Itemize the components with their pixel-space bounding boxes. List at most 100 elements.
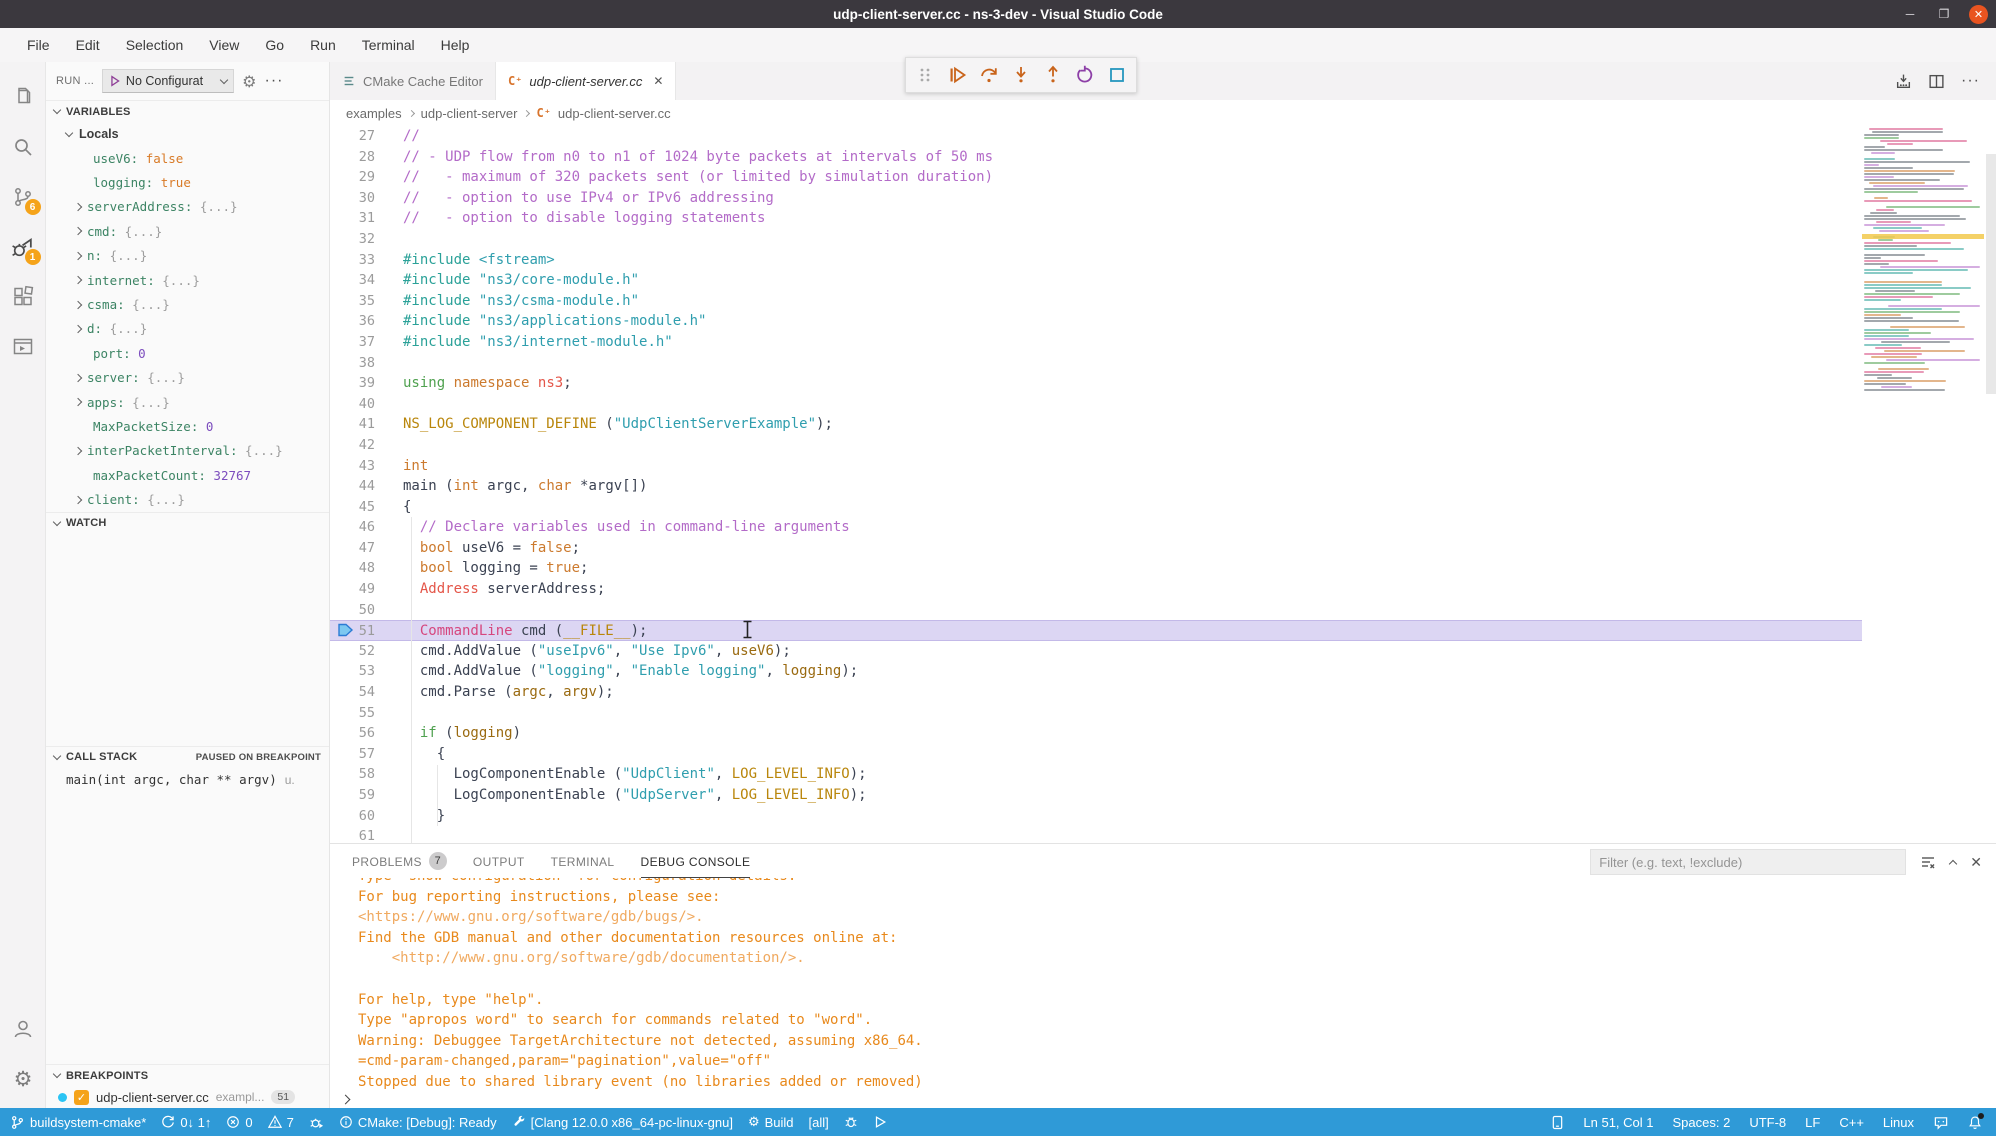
variable-row[interactable]: maxPacketCount: 32767 [46, 463, 329, 487]
close-button[interactable]: ✕ [1969, 5, 1988, 24]
editor-tab-udp-client-server-cc[interactable]: C⁺udp-client-server.cc✕ [496, 62, 676, 100]
line-number[interactable]: 56 [330, 723, 375, 744]
line-number[interactable]: 60 [330, 806, 375, 827]
variable-row[interactable]: d: {...} [46, 317, 329, 341]
variable-row[interactable]: interPacketInterval: {...} [46, 439, 329, 463]
breadcrumb-item-examples[interactable]: examples [346, 106, 402, 121]
split-editor-icon[interactable] [1928, 73, 1945, 90]
line-number[interactable]: 54 [330, 682, 375, 703]
activity-extensions-icon[interactable] [0, 272, 46, 322]
line-number[interactable]: 47 [330, 538, 375, 559]
maximize-panel-icon[interactable] [1949, 860, 1957, 868]
line-number[interactable]: 58 [330, 764, 375, 785]
variable-row[interactable]: useV6: false [46, 146, 329, 170]
breakpoint-row[interactable]: ✓ udp-client-server.cc exampl... 51 [46, 1086, 329, 1108]
status-tools-icon[interactable]: [Clang 12.0.0 x86_64-pc-linux-gnu] [512, 1115, 733, 1130]
line-number[interactable]: 61 [330, 826, 375, 843]
panel-tab-problems[interactable]: PROBLEMS7 [352, 844, 447, 878]
watch-section-header[interactable]: WATCH [46, 512, 329, 534]
debug-console-input[interactable] [330, 1090, 1996, 1108]
variables-scope-locals[interactable]: Locals [46, 122, 329, 146]
line-number[interactable]: 40 [330, 394, 375, 415]
status-git-branch-icon[interactable]: buildsystem-cmake* [10, 1115, 146, 1130]
activity-files-icon[interactable] [0, 72, 46, 122]
variable-row[interactable]: logging: true [46, 170, 329, 194]
line-number[interactable]: 33 [330, 250, 375, 271]
toolbar-drag-grip[interactable] [912, 62, 938, 88]
line-number[interactable]: 42 [330, 435, 375, 456]
status-lf[interactable]: LF [1805, 1115, 1820, 1130]
activity-account-icon[interactable] [0, 1004, 46, 1054]
activity-source-control-icon[interactable]: 6 [0, 172, 46, 222]
clear-console-icon[interactable] [1920, 854, 1936, 870]
line-number[interactable]: 32 [330, 229, 375, 250]
line-number[interactable]: 46 [330, 517, 375, 538]
step-out-button[interactable] [1040, 62, 1066, 88]
variable-row[interactable]: client: {...} [46, 487, 329, 511]
status-error-icon[interactable]: 0 [226, 1115, 252, 1130]
line-number[interactable]: 53 [330, 661, 375, 682]
variable-row[interactable]: apps: {...} [46, 390, 329, 414]
status-bell-icon[interactable] [1968, 1115, 1982, 1130]
step-into-button[interactable] [1008, 62, 1034, 88]
status-utf-8[interactable]: UTF-8 [1749, 1115, 1786, 1130]
line-number[interactable]: 55 [330, 703, 375, 724]
line-number[interactable]: 45 [330, 497, 375, 518]
status-spaces-2[interactable]: Spaces: 2 [1673, 1115, 1731, 1130]
debug-configuration-dropdown[interactable]: No Configurat [102, 69, 234, 93]
activity-run-debug-icon[interactable]: 1 [0, 222, 46, 272]
close-panel-icon[interactable]: ✕ [1970, 854, 1982, 871]
line-number[interactable]: 28 [330, 147, 375, 168]
status-warning-icon[interactable]: 7 [268, 1115, 294, 1130]
line-number[interactable]: 37 [330, 332, 375, 353]
line-number[interactable]: 35 [330, 291, 375, 312]
menu-file[interactable]: File [16, 33, 61, 57]
menu-help[interactable]: Help [430, 33, 481, 57]
line-number[interactable]: 29 [330, 167, 375, 188]
menu-view[interactable]: View [198, 33, 250, 57]
status--all-[interactable]: [all] [809, 1115, 829, 1130]
line-number[interactable]: 48 [330, 558, 375, 579]
status-debug-alt-icon[interactable] [309, 1115, 324, 1130]
step-over-button[interactable] [976, 62, 1002, 88]
line-number[interactable]: 50 [330, 600, 375, 621]
minimap[interactable] [1862, 126, 1984, 426]
menu-terminal[interactable]: Terminal [351, 33, 426, 57]
variable-row[interactable]: csma: {...} [46, 292, 329, 316]
menu-edit[interactable]: Edit [65, 33, 111, 57]
line-number[interactable]: 57 [330, 744, 375, 765]
status-linux[interactable]: Linux [1883, 1115, 1914, 1130]
line-number[interactable]: 36 [330, 311, 375, 332]
breadcrumb-item-file[interactable]: udp-client-server.cc [558, 106, 671, 121]
editor-tab-cmake-cache-editor[interactable]: CMake Cache Editor [330, 62, 496, 100]
variables-section-header[interactable]: VARIABLES [46, 100, 329, 122]
status-device-icon[interactable] [1551, 1115, 1564, 1130]
variable-row[interactable]: server: {...} [46, 366, 329, 390]
status-play-icon[interactable] [873, 1115, 887, 1129]
line-number[interactable]: 27 [330, 126, 375, 147]
status-gear-icon[interactable]: ⚙Build [748, 1115, 794, 1130]
variable-row[interactable]: serverAddress: {...} [46, 195, 329, 219]
line-number[interactable]: 39 [330, 373, 375, 394]
views-more-actions-icon[interactable]: ··· [265, 72, 284, 90]
line-number[interactable]: 43 [330, 456, 375, 477]
menu-go[interactable]: Go [254, 33, 295, 57]
status-ln-51-col-1[interactable]: Ln 51, Col 1 [1583, 1115, 1653, 1130]
editor-scrollbar[interactable] [1986, 154, 1996, 394]
close-tab-icon[interactable]: ✕ [653, 74, 663, 88]
activity-search-icon[interactable] [0, 122, 46, 172]
line-number[interactable]: 44 [330, 476, 375, 497]
debug-settings-gear-icon[interactable]: ⚙ [242, 72, 256, 91]
line-number[interactable]: 31 [330, 208, 375, 229]
restart-button[interactable] [1072, 62, 1098, 88]
variable-row[interactable]: port: 0 [46, 341, 329, 365]
breakpoint-checkbox[interactable]: ✓ [74, 1090, 89, 1105]
status-feedback-icon[interactable] [1933, 1115, 1949, 1130]
variable-row[interactable]: cmd: {...} [46, 219, 329, 243]
variable-row[interactable]: n: {...} [46, 244, 329, 268]
line-number[interactable]: 38 [330, 353, 375, 374]
line-number[interactable]: 30 [330, 188, 375, 209]
panel-tab-debug-console[interactable]: DEBUG CONSOLE [641, 844, 751, 878]
start-debug-icon[interactable] [109, 75, 121, 87]
call-stack-frame[interactable]: main(int argc, char ** argv) u. [46, 768, 329, 792]
